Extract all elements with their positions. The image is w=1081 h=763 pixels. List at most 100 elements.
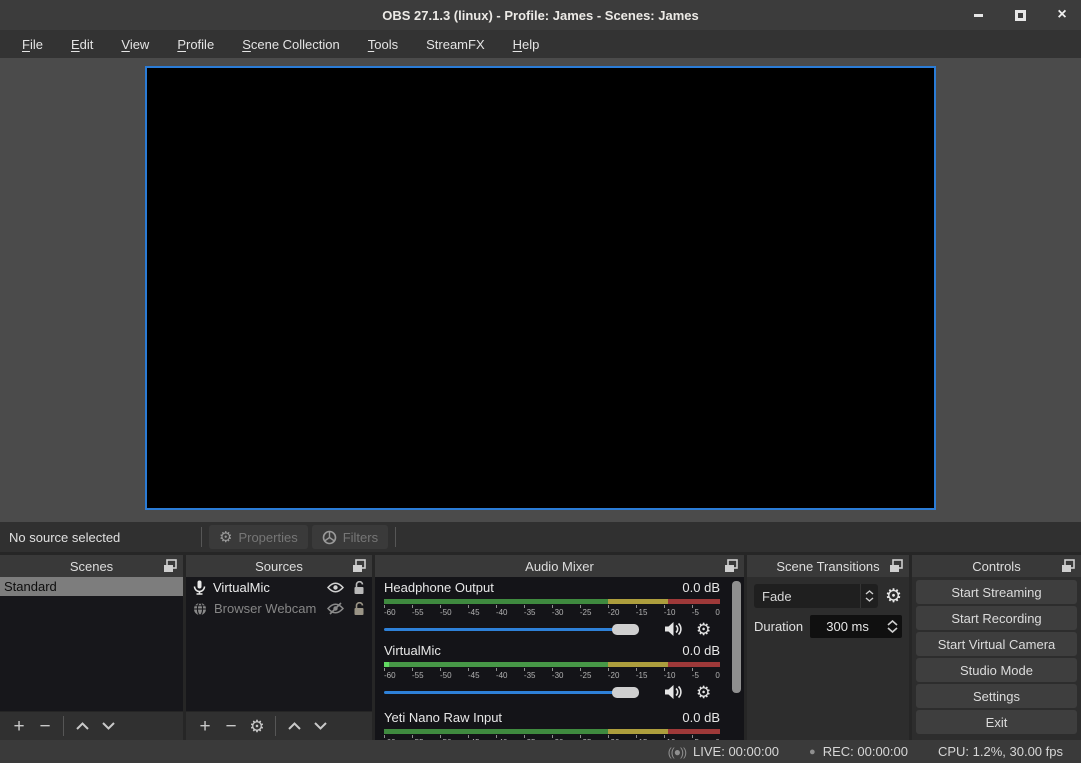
move-source-up-button[interactable] [281, 714, 307, 738]
lock-open-icon[interactable] [353, 581, 365, 595]
chevron-down-icon [887, 627, 898, 633]
audio-mixer-body: Headphone Output 0.0 dB -60-55-50-45-40-… [375, 577, 744, 740]
meter-tick-label: -55 [412, 671, 424, 680]
close-icon: × [1057, 8, 1066, 22]
scene-transitions-body: Fade ⚙ Duration 300 ms [747, 577, 909, 740]
maximize-button[interactable] [1013, 8, 1027, 22]
rec-status: ● REC: 00:00:00 [809, 744, 908, 759]
meter-tick-label: -40 [496, 608, 508, 617]
remove-source-button[interactable]: − [218, 714, 244, 738]
properties-label: Properties [238, 530, 297, 545]
cpu-status: CPU: 1.2%, 30.00 fps [938, 744, 1063, 759]
source-properties-gear-icon[interactable]: ⚙ [244, 714, 270, 738]
scenes-title: Scenes [70, 559, 113, 574]
speaker-icon[interactable] [664, 684, 684, 700]
menu-edit-mnemonic: E [71, 37, 80, 52]
filters-label: Filters [343, 530, 378, 545]
move-source-down-button[interactable] [307, 714, 333, 738]
menu-edit[interactable]: Edit [57, 32, 107, 57]
minimize-button[interactable] [971, 8, 985, 22]
add-scene-button[interactable]: + [6, 714, 32, 738]
detach-panel-icon[interactable] [888, 558, 904, 574]
duration-spinbox[interactable]: 300 ms [810, 615, 902, 638]
gear-icon: ⚙ [219, 530, 232, 545]
channel-name: VirtualMic [384, 643, 441, 660]
volume-meter [384, 662, 720, 667]
controls-title: Controls [972, 559, 1020, 574]
add-source-button[interactable]: + [192, 714, 218, 738]
menu-scene-collection[interactable]: Scene Collection [228, 32, 354, 57]
source-toolbar: No source selected ⚙ Properties Filters [0, 522, 1081, 552]
menu-help[interactable]: Help [499, 32, 554, 57]
detach-panel-icon[interactable] [1060, 558, 1076, 574]
audio-mixer-panel: Audio Mixer Headphone Output 0.0 dB [375, 555, 744, 740]
meter-tick-label: 0 [715, 671, 719, 680]
meter-green-zone [384, 599, 608, 604]
source-item-virtualmic[interactable]: VirtualMic [186, 577, 372, 598]
meter-scale: -60-55-50-45-40-35-30-25-20-15-10-50 [384, 608, 720, 617]
scene-item-standard[interactable]: Standard [0, 577, 183, 596]
channel-gear-icon[interactable]: ⚙ [696, 684, 711, 701]
visibility-eye-icon[interactable] [327, 582, 344, 593]
transition-properties-gear-icon[interactable]: ⚙ [885, 587, 902, 606]
meter-tick-label: -15 [636, 671, 648, 680]
audio-mixer-header: Audio Mixer [375, 555, 744, 577]
properties-button[interactable]: ⚙ Properties [209, 525, 308, 549]
status-bar: ((●)) LIVE: 00:00:00 ● REC: 00:00:00 CPU… [0, 740, 1081, 763]
sources-header: Sources [186, 555, 372, 577]
move-scene-down-button[interactable] [95, 714, 121, 738]
meter-tick-label: -50 [440, 671, 452, 680]
start-streaming-button[interactable]: Start Streaming [916, 580, 1077, 604]
meter-tick-label: -60 [384, 608, 396, 617]
audio-mixer-title: Audio Mixer [525, 559, 594, 574]
menu-view[interactable]: View [107, 32, 163, 57]
record-dot-icon: ● [809, 746, 816, 758]
settings-button[interactable]: Settings [916, 684, 1077, 708]
meter-tick-label: -35 [524, 671, 536, 680]
start-virtual-camera-button[interactable]: Start Virtual Camera [916, 632, 1077, 656]
source-item-browser-webcam[interactable]: Browser Webcam [186, 598, 372, 619]
menu-help-mnemonic: H [513, 37, 522, 52]
start-recording-button[interactable]: Start Recording [916, 606, 1077, 630]
visibility-eye-slash-icon[interactable] [327, 602, 344, 615]
volume-slider[interactable] [384, 682, 652, 702]
lock-open-icon[interactable] [353, 602, 365, 616]
menu-tools[interactable]: Tools [354, 32, 412, 57]
mixer-scrollbar[interactable] [732, 581, 741, 693]
menu-help-label: elp [522, 37, 539, 52]
menu-profile[interactable]: Profile [163, 32, 228, 57]
scenes-panel: Scenes Standard + − [0, 555, 183, 740]
detach-panel-icon[interactable] [162, 558, 178, 574]
transition-select[interactable]: Fade [754, 584, 878, 608]
microphone-icon [193, 580, 206, 595]
studio-mode-button[interactable]: Studio Mode [916, 658, 1077, 682]
menu-scene-collection-mnemonic: S [242, 37, 251, 52]
meter-active-level [384, 662, 389, 667]
detach-panel-icon[interactable] [351, 558, 367, 574]
menu-file[interactable]: File [8, 32, 57, 57]
remove-scene-button[interactable]: − [32, 714, 58, 738]
meter-tick-label: -35 [524, 608, 536, 617]
move-scene-up-button[interactable] [69, 714, 95, 738]
source-status-text: No source selected [0, 530, 196, 545]
volume-slider-row: ⚙ [384, 682, 720, 702]
rec-time: REC: 00:00:00 [823, 744, 908, 759]
menu-streamfx[interactable]: StreamFX [412, 32, 499, 57]
cpu-fps-text: CPU: 1.2%, 30.00 fps [938, 744, 1063, 759]
detach-panel-icon[interactable] [723, 558, 739, 574]
speaker-icon[interactable] [664, 621, 684, 637]
meter-red-zone [668, 729, 720, 734]
close-button[interactable]: × [1055, 8, 1069, 22]
preview-canvas[interactable] [145, 66, 936, 510]
filters-button[interactable]: Filters [312, 525, 388, 549]
slider-handle[interactable] [612, 624, 639, 635]
sources-title: Sources [255, 559, 303, 574]
source-row-actions [327, 602, 365, 616]
slider-handle[interactable] [612, 687, 639, 698]
toolbar-separator [63, 716, 64, 736]
volume-slider[interactable] [384, 619, 652, 639]
channel-gear-icon[interactable]: ⚙ [696, 621, 711, 638]
menu-edit-label: dit [80, 37, 94, 52]
meter-tick-label: -20 [608, 608, 620, 617]
exit-button[interactable]: Exit [916, 710, 1077, 734]
